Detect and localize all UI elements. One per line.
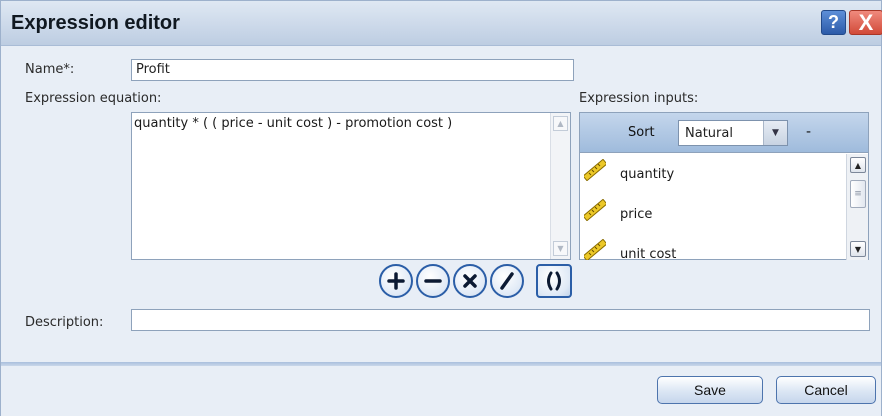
- expression-equation-textarea[interactable]: quantity * ( ( price - unit cost ) - pro…: [131, 112, 571, 260]
- dialog-title: Expression editor: [11, 12, 180, 34]
- expression-equation-text: quantity * ( ( price - unit cost ) - pro…: [134, 116, 453, 131]
- list-item[interactable]: price: [580, 194, 846, 234]
- expression-inputs-panel: Sort Natural ▼ - quantity price unit cos…: [579, 112, 869, 260]
- list-item-label: unit cost: [620, 247, 677, 260]
- minus-button[interactable]: [416, 264, 450, 298]
- cancel-button[interactable]: Cancel: [776, 376, 876, 404]
- ruler-icon: [584, 199, 606, 221]
- description-label: Description:: [25, 315, 104, 330]
- scroll-up-icon[interactable]: ▲: [553, 116, 568, 131]
- scroll-down-icon[interactable]: ▼: [553, 241, 568, 256]
- list-item-label: price: [620, 207, 653, 222]
- name-input[interactable]: Profit: [131, 59, 574, 81]
- scroll-down-icon[interactable]: ▼: [850, 241, 866, 257]
- ruler-icon: [584, 159, 606, 181]
- expression-inputs-label: Expression inputs:: [579, 91, 699, 106]
- sort-bar: Sort Natural ▼ -: [580, 113, 868, 153]
- parentheses-button[interactable]: [536, 264, 572, 298]
- plus-button[interactable]: [379, 264, 413, 298]
- sort-label: Sort: [628, 125, 655, 140]
- close-icon: X: [858, 9, 874, 35]
- expression-editor-dialog: Expression editor ? X Name*: Profit Expr…: [0, 0, 882, 416]
- description-input[interactable]: [131, 309, 870, 331]
- equation-scrollbar[interactable]: ▲ ▼: [550, 113, 570, 259]
- save-button[interactable]: Save: [657, 376, 763, 404]
- inputs-scrollbar[interactable]: ▲ ≡ ▼: [846, 154, 868, 260]
- list-item[interactable]: quantity: [580, 154, 846, 194]
- plus-icon: [387, 272, 405, 290]
- multiply-icon: [463, 274, 477, 288]
- divide-button[interactable]: [490, 264, 524, 298]
- chevron-down-icon[interactable]: ▼: [763, 121, 787, 145]
- dialog-footer: Save Cancel: [1, 366, 881, 416]
- expression-equation-label: Expression equation:: [25, 91, 162, 106]
- list-item[interactable]: unit cost: [580, 234, 846, 260]
- inputs-list: quantity price unit cost: [580, 154, 846, 260]
- parentheses-icon: [547, 271, 561, 291]
- close-button[interactable]: X: [849, 10, 882, 35]
- title-bar: Expression editor ? X: [1, 1, 882, 46]
- list-item-label: quantity: [620, 167, 675, 182]
- help-button[interactable]: ?: [821, 10, 846, 35]
- divide-icon: [500, 272, 514, 290]
- name-label: Name*:: [25, 62, 75, 77]
- sort-select-value: Natural: [685, 126, 733, 141]
- ruler-icon: [584, 239, 606, 260]
- sort-order-toggle[interactable]: -: [806, 124, 811, 140]
- scroll-up-icon[interactable]: ▲: [850, 157, 866, 173]
- help-icon: ?: [828, 12, 839, 32]
- multiply-button[interactable]: [453, 264, 487, 298]
- scrollbar-thumb[interactable]: ≡: [850, 180, 866, 208]
- minus-icon: [424, 279, 442, 283]
- sort-select[interactable]: Natural ▼: [678, 120, 788, 146]
